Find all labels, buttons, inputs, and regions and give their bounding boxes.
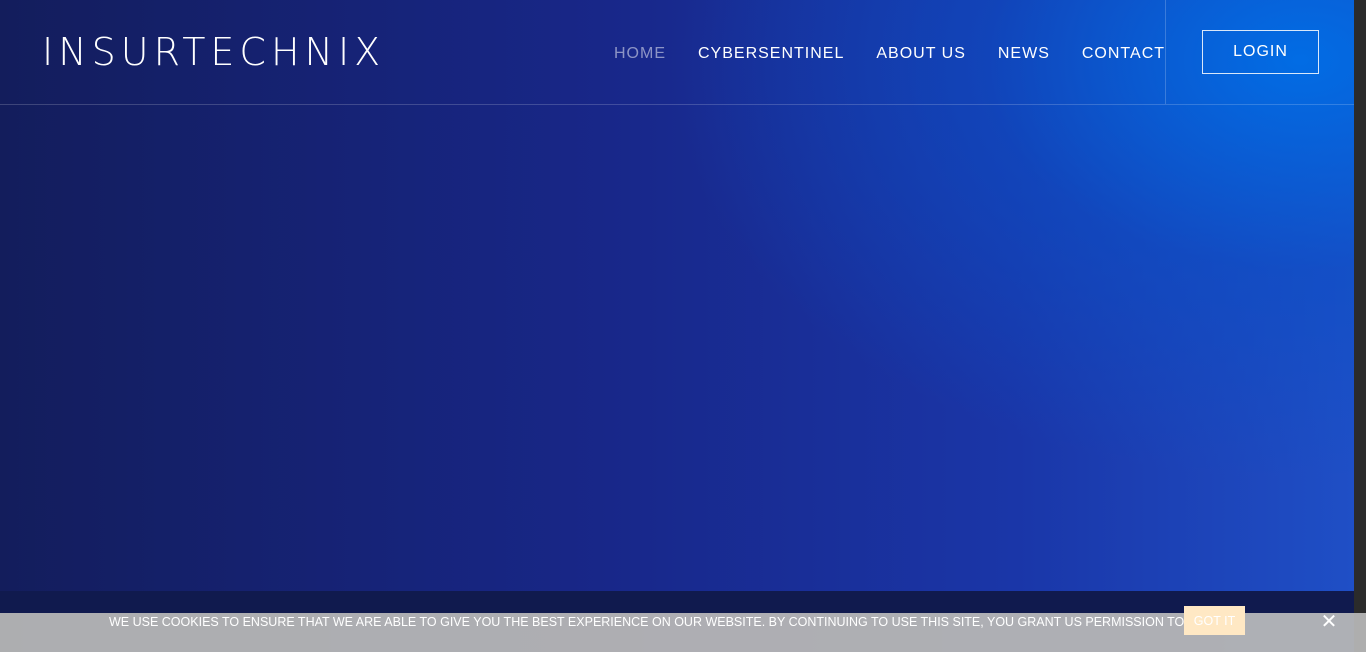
nav-item-contact[interactable]: CONTACT — [1082, 43, 1165, 65]
nav-item-home[interactable]: HOME — [614, 43, 666, 65]
hero-bottom-band — [0, 591, 1354, 613]
nav-item-cybersentinel[interactable]: CYBERSENTINEL — [698, 43, 844, 65]
scrollbar[interactable] — [1354, 0, 1366, 652]
header-divider — [1165, 0, 1166, 104]
main-nav: HOME CYBERSENTINEL ABOUT US NEWS CONTACT — [598, 43, 1181, 65]
site-logo[interactable]: INSURTECHNIX — [42, 30, 385, 74]
page: INSURTECHNIX HOME CYBERSENTINEL ABOUT US… — [0, 0, 1354, 652]
nav-item-news[interactable]: NEWS — [998, 43, 1050, 65]
cookie-consent-bar: WE USE COOKIES TO ENSURE THAT WE ARE ABL… — [0, 606, 1366, 652]
cookie-message: WE USE COOKIES TO ENSURE THAT WE ARE ABL… — [109, 615, 1232, 629]
login-button[interactable]: LOGIN — [1202, 30, 1319, 74]
site-header: INSURTECHNIX HOME CYBERSENTINEL ABOUT US… — [0, 0, 1354, 105]
cookie-accept-button[interactable]: GOT IT — [1184, 606, 1245, 635]
nav-item-about-us[interactable]: ABOUT US — [876, 43, 966, 65]
close-icon[interactable]: ✕ — [1320, 612, 1338, 632]
